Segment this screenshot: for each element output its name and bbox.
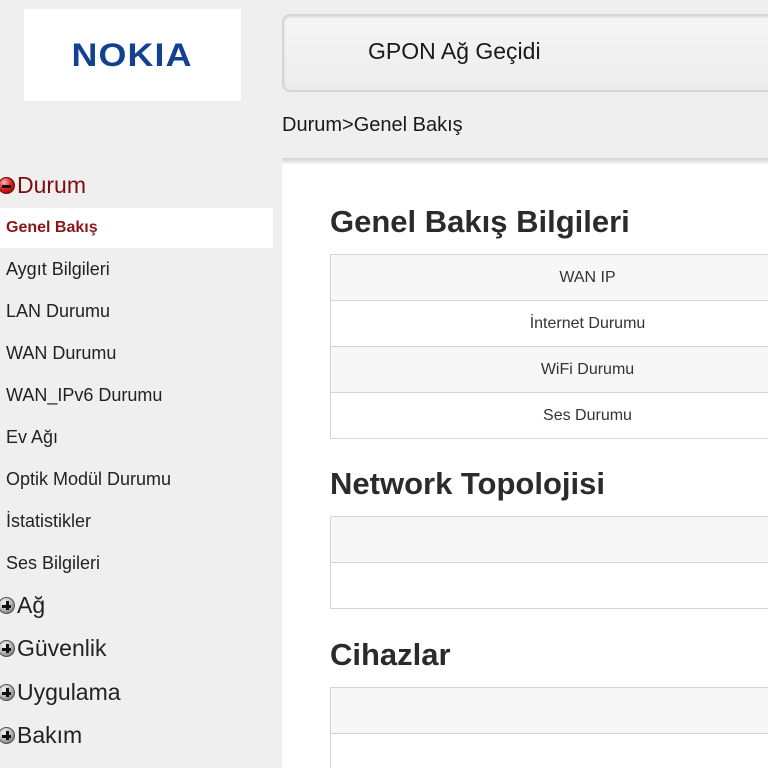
- row-label-wan-ip: WAN IP: [559, 268, 616, 286]
- table-row: WiFi Durumu: [331, 347, 768, 393]
- plus-circle-icon: [0, 726, 15, 744]
- nav-group-guvenlik[interactable]: Güvenlik: [0, 630, 273, 666]
- sidebar-item-ev-agi[interactable]: Ev Ağı: [0, 417, 273, 457]
- nav-group-label: Durum: [17, 171, 87, 198]
- nokia-logo-text: NOKIA: [71, 36, 194, 73]
- breadcrumb: Durum>Genel Bakış: [282, 114, 463, 136]
- row-label-ses-durumu: Ses Durumu: [543, 406, 632, 424]
- table-row: Ses Durumu: [331, 393, 768, 439]
- nav-group-uygulama[interactable]: Uygulama: [0, 674, 273, 710]
- topology-table: [330, 516, 768, 609]
- page-header-title: GPON Ağ Geçidi: [368, 38, 541, 64]
- nav-group-ag[interactable]: Ağ: [0, 587, 273, 623]
- overview-table: WAN IP İnternet Durumu WiFi Durumu Ses D…: [330, 254, 768, 439]
- section-title-topology: Network Topolojisi: [330, 466, 605, 501]
- nav-group-label: Uygulama: [17, 678, 121, 705]
- table-row: [331, 734, 768, 768]
- minus-circle-icon: [0, 176, 15, 194]
- table-row: [331, 688, 768, 734]
- plus-circle-icon: [0, 639, 15, 657]
- sidebar-item-optik-modul-durumu[interactable]: Optik Modül Durumu: [0, 459, 273, 499]
- devices-table: [330, 687, 768, 768]
- sidebar-item-lan-durumu[interactable]: LAN Durumu: [0, 291, 273, 331]
- nav-group-bakim[interactable]: Bakım: [0, 717, 273, 753]
- plus-circle-icon: [0, 596, 15, 614]
- sidebar-item-istatistikler[interactable]: İstatistikler: [0, 501, 273, 541]
- main-content: Genel Bakış Bilgileri WAN IP İnternet Du…: [282, 164, 768, 768]
- table-row: İnternet Durumu: [331, 301, 768, 347]
- section-title-overview: Genel Bakış Bilgileri: [330, 204, 630, 239]
- nav-group-durum[interactable]: Durum: [0, 167, 273, 203]
- sidebar-item-wan-durumu[interactable]: WAN Durumu: [0, 333, 273, 373]
- nav-group-label: Bakım: [17, 721, 83, 748]
- logo: NOKIA: [24, 9, 241, 101]
- header-bar: GPON Ağ Geçidi: [282, 14, 768, 92]
- nav-group-label: Ağ: [17, 591, 46, 618]
- sidebar: NOKIA Durum Genel Bakış Aygıt Bilgileri …: [0, 0, 273, 768]
- plus-circle-icon: [0, 683, 15, 701]
- section-title-devices: Cihazlar: [330, 637, 451, 672]
- row-label-internet-durumu: İnternet Durumu: [529, 314, 646, 332]
- sidebar-item-wan-ipv6-durumu[interactable]: WAN_IPv6 Durumu: [0, 375, 273, 415]
- nav-group-label: Güvenlik: [17, 634, 107, 661]
- table-row: [331, 517, 768, 563]
- table-row: [331, 563, 768, 609]
- sidebar-item-aygit-bilgileri[interactable]: Aygıt Bilgileri: [0, 249, 273, 289]
- sidebar-item-ses-bilgileri[interactable]: Ses Bilgileri: [0, 543, 273, 583]
- row-label-wifi-durumu: WiFi Durumu: [540, 360, 635, 378]
- table-row: WAN IP: [331, 255, 768, 301]
- sidebar-item-genel-bakis[interactable]: Genel Bakış: [0, 208, 273, 248]
